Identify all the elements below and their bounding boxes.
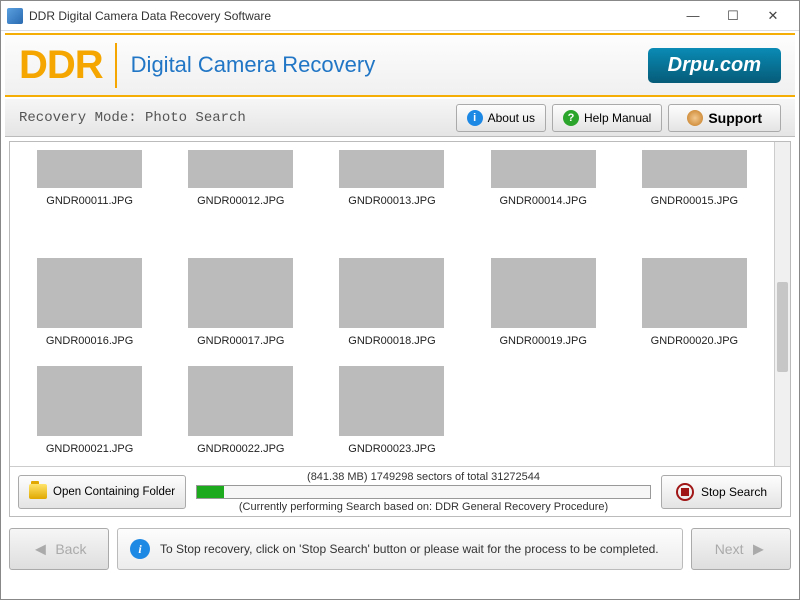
- thumbnail-item[interactable]: GNDR00017.JPG: [167, 258, 314, 364]
- progress-status: (841.38 MB) 1749298 sectors of total 312…: [307, 471, 540, 483]
- thumbnail-image: [491, 150, 596, 188]
- thumbnail-item[interactable]: GNDR00011.JPG: [16, 150, 163, 256]
- thumbnail-filename: GNDR00017.JPG: [197, 335, 284, 347]
- thumbnail-item[interactable]: GNDR00021.JPG: [16, 366, 163, 466]
- thumbnail-image: [37, 366, 142, 436]
- footer-info: i To Stop recovery, click on 'Stop Searc…: [117, 528, 683, 570]
- folder-icon: [29, 484, 47, 499]
- scrollbar-handle[interactable]: [777, 282, 788, 372]
- thumbnail-filename: GNDR00016.JPG: [46, 335, 133, 347]
- thumbnail-filename: GNDR00019.JPG: [499, 335, 586, 347]
- thumbnail-image: [188, 150, 293, 188]
- back-label: Back: [55, 541, 86, 557]
- thumbnail-filename: GNDR00023.JPG: [348, 443, 435, 455]
- window-title: DDR Digital Camera Data Recovery Softwar…: [29, 9, 673, 23]
- progress-bar: [196, 485, 651, 499]
- app-icon: [7, 8, 23, 24]
- thumbnail-image: [188, 258, 293, 328]
- thumbnail-filename: GNDR00015.JPG: [651, 195, 738, 207]
- thumbnail-item[interactable]: GNDR00023.JPG: [318, 366, 465, 466]
- stop-search-button[interactable]: Stop Search: [661, 475, 782, 509]
- footer-info-text: To Stop recovery, click on 'Stop Search'…: [160, 542, 659, 556]
- about-label: About us: [488, 111, 535, 125]
- thumbnail-item[interactable]: GNDR00015.JPG: [621, 150, 768, 256]
- help-manual-button[interactable]: ? Help Manual: [552, 104, 662, 132]
- thumbnail-image: [642, 150, 747, 188]
- thumbnail-image: [339, 150, 444, 188]
- info-icon: i: [467, 110, 483, 126]
- maximize-button[interactable]: ☐: [713, 2, 753, 30]
- banner-logo: DDR: [19, 43, 117, 88]
- minimize-button[interactable]: —: [673, 2, 713, 30]
- stop-label: Stop Search: [701, 485, 767, 499]
- thumbnail-image: [339, 366, 444, 436]
- thumbnail-item[interactable]: GNDR00020.JPG: [621, 258, 768, 364]
- thumbnail-image: [37, 258, 142, 328]
- thumbnail-image: [37, 150, 142, 188]
- back-button[interactable]: ◄ Back: [9, 528, 109, 570]
- next-label: Next: [715, 541, 744, 557]
- scrollbar[interactable]: [774, 142, 790, 466]
- open-folder-label: Open Containing Folder: [53, 486, 175, 498]
- thumbnail-filename: GNDR00011.JPG: [46, 195, 133, 207]
- thumbnail-filename: GNDR00018.JPG: [348, 335, 435, 347]
- help-icon: ?: [563, 110, 579, 126]
- next-arrow-icon: ►: [749, 539, 767, 560]
- recovery-mode-label: Recovery Mode: Photo Search: [19, 110, 450, 126]
- thumbnail-filename: GNDR00013.JPG: [348, 195, 435, 207]
- scrollbar-track: [775, 142, 790, 466]
- thumbnail-image: [642, 258, 747, 328]
- thumbnail-area: GNDR00011.JPG GNDR00012.JPG GNDR00013.JPG G…: [10, 142, 790, 466]
- thumbnail-item[interactable]: GNDR00016.JPG: [16, 258, 163, 364]
- about-button[interactable]: i About us: [456, 104, 546, 132]
- titlebar: DDR Digital Camera Data Recovery Softwar…: [1, 1, 799, 31]
- thumbnail-image: [188, 366, 293, 436]
- progress-center: (841.38 MB) 1749298 sectors of total 312…: [186, 471, 661, 513]
- support-icon: [687, 110, 703, 126]
- thumbnail-image: [339, 258, 444, 328]
- info-icon: i: [130, 539, 150, 559]
- support-label: Support: [708, 110, 762, 126]
- thumbnail-grid: GNDR00011.JPG GNDR00012.JPG GNDR00013.JPG G…: [10, 142, 774, 466]
- support-button[interactable]: Support: [668, 104, 781, 132]
- open-containing-folder-button[interactable]: Open Containing Folder: [18, 475, 186, 509]
- stop-icon: [676, 483, 694, 501]
- thumbnail-item[interactable]: GNDR00014.JPG: [470, 150, 617, 256]
- help-label: Help Manual: [584, 111, 651, 125]
- banner-subtitle: Digital Camera Recovery: [131, 52, 648, 78]
- thumbnail-filename: GNDR00021.JPG: [46, 443, 133, 455]
- thumbnail-filename: GNDR00020.JPG: [651, 335, 738, 347]
- thumbnail-item[interactable]: GNDR00019.JPG: [470, 258, 617, 364]
- thumbnail-filename: GNDR00022.JPG: [197, 443, 284, 455]
- thumbnail-image: [491, 258, 596, 328]
- modebar: Recovery Mode: Photo Search i About us ?…: [5, 99, 795, 137]
- thumbnail-item[interactable]: GNDR00022.JPG: [167, 366, 314, 466]
- thumbnail-item[interactable]: GNDR00018.JPG: [318, 258, 465, 364]
- progress-panel: Open Containing Folder (841.38 MB) 17492…: [10, 466, 790, 516]
- thumbnail-item[interactable]: GNDR00013.JPG: [318, 150, 465, 256]
- main-panel: GNDR00011.JPG GNDR00012.JPG GNDR00013.JPG G…: [9, 141, 791, 517]
- progress-subtext: (Currently performing Search based on: D…: [239, 501, 608, 513]
- banner: DDR Digital Camera Recovery Drpu.com: [5, 33, 795, 97]
- close-button[interactable]: ✕: [753, 2, 793, 30]
- thumbnail-filename: GNDR00014.JPG: [499, 195, 586, 207]
- footer: ◄ Back i To Stop recovery, click on 'Sto…: [1, 521, 799, 577]
- progress-fill: [197, 486, 224, 498]
- thumbnail-filename: GNDR00012.JPG: [197, 195, 284, 207]
- website-badge[interactable]: Drpu.com: [648, 48, 781, 83]
- thumbnail-item[interactable]: GNDR00012.JPG: [167, 150, 314, 256]
- back-arrow-icon: ◄: [32, 539, 50, 560]
- next-button[interactable]: Next ►: [691, 528, 791, 570]
